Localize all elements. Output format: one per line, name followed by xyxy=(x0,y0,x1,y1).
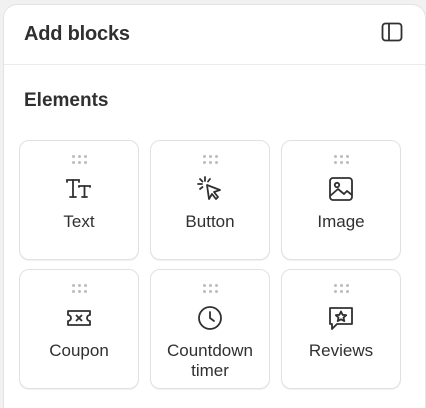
text-type-icon xyxy=(65,175,93,203)
drag-handle-icon[interactable] xyxy=(201,282,219,294)
block-label: Image xyxy=(317,212,365,231)
sidebar-layout-icon xyxy=(381,22,403,47)
block-card-button[interactable]: Button xyxy=(150,140,270,260)
clock-icon xyxy=(196,304,224,332)
block-label: Text xyxy=(63,212,95,231)
star-chat-icon xyxy=(327,304,355,332)
block-card-text[interactable]: Text xyxy=(19,140,139,260)
drag-handle-icon[interactable] xyxy=(70,153,88,165)
block-label: Reviews xyxy=(308,341,374,360)
panel-title: Add blocks xyxy=(24,23,130,45)
section-title-elements: Elements xyxy=(24,90,109,111)
ticket-icon xyxy=(65,304,93,332)
image-icon xyxy=(327,175,355,203)
block-card-countdown-timer[interactable]: Countdown timer xyxy=(150,269,270,389)
drag-handle-icon[interactable] xyxy=(332,282,350,294)
block-label: Button xyxy=(185,212,235,231)
block-card-reviews[interactable]: Reviews xyxy=(281,269,401,389)
drag-handle-icon[interactable] xyxy=(332,153,350,165)
drag-handle-icon[interactable] xyxy=(201,153,219,165)
drag-handle-icon[interactable] xyxy=(70,282,88,294)
sidebar-toggle-button[interactable] xyxy=(377,20,407,50)
block-label: Countdown timer xyxy=(166,341,253,380)
cursor-click-icon xyxy=(196,175,224,203)
panel-header: Add blocks xyxy=(4,5,425,65)
block-card-image[interactable]: Image xyxy=(281,140,401,260)
block-card-coupon[interactable]: Coupon xyxy=(19,269,139,389)
blocks-grid: Text Button Image Coupon Countdown timer… xyxy=(19,140,401,389)
block-label: Coupon xyxy=(49,341,109,360)
